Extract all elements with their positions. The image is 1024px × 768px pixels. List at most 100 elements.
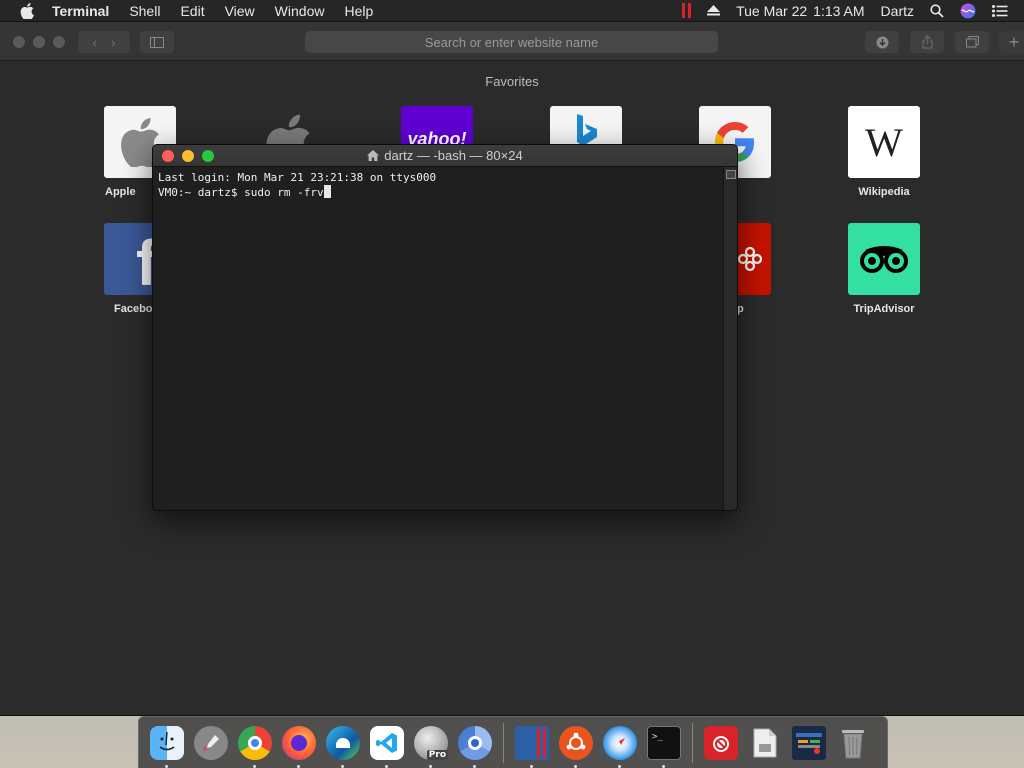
running-indicator <box>618 764 621 768</box>
toolbox-icon <box>704 725 738 760</box>
dock-chrome[interactable] <box>233 721 277 768</box>
ubuntu-icon <box>559 725 593 760</box>
clock-date[interactable]: Tue Mar 22 <box>736 3 807 19</box>
dock-separator <box>692 722 693 763</box>
terminal-app-icon: >_ <box>647 725 681 760</box>
dock-finder[interactable] <box>145 721 189 768</box>
terminal-window[interactable]: dartz — -bash — 80×24 Last login: Mon Ma… <box>152 144 738 511</box>
search-icon[interactable] <box>930 3 944 18</box>
chevron-right-icon[interactable]: › <box>111 35 115 50</box>
dock-separator <box>503 722 504 763</box>
running-indicator <box>385 764 388 768</box>
vscode-icon <box>370 725 404 760</box>
plus-icon: + <box>1008 31 1020 52</box>
running-indicator <box>341 764 344 768</box>
terminal-content[interactable]: Last login: Mon Mar 21 23:21:38 on ttys0… <box>153 167 723 510</box>
dock-app-window[interactable] <box>787 721 831 765</box>
apple-menu-icon[interactable] <box>12 2 42 19</box>
siri-icon[interactable] <box>960 3 976 19</box>
back-forward-buttons[interactable]: ‹ › <box>78 31 130 53</box>
running-indicator <box>530 764 533 768</box>
clock-time[interactable]: 1:13 AM <box>813 3 864 19</box>
menu-edit[interactable]: Edit <box>170 0 214 22</box>
launchpad-icon <box>194 725 228 760</box>
running-indicator <box>253 764 256 768</box>
wikipedia-icon: W <box>848 106 920 178</box>
dock-parallels[interactable] <box>510 721 554 768</box>
edge-icon <box>326 725 360 760</box>
finder-icon <box>150 725 184 760</box>
chevron-left-icon[interactable]: ‹ <box>93 35 97 50</box>
home-icon <box>367 146 380 168</box>
dock-firefox[interactable] <box>277 721 321 768</box>
menu-window[interactable]: Window <box>265 0 335 22</box>
zoom-button[interactable] <box>53 36 65 48</box>
running-indicator <box>574 764 577 768</box>
favorite-wikipedia[interactable]: W Wikipedia <box>829 106 939 198</box>
eject-icon[interactable] <box>707 5 721 16</box>
sidebar-toggle-button[interactable] <box>140 31 174 53</box>
running-indicator <box>429 764 432 768</box>
safari-compass-icon <box>603 725 637 760</box>
dock-terminal[interactable]: >_ <box>642 721 686 768</box>
download-icon <box>876 36 888 48</box>
terminal-line: Last login: Mon Mar 21 23:21:38 on ttys0… <box>158 171 437 184</box>
tripadvisor-icon <box>848 223 920 295</box>
dock: Pro >_ <box>138 716 888 768</box>
split-pane-icon[interactable] <box>725 170 736 179</box>
tabs-icon <box>965 36 979 48</box>
terminal-title: dartz — -bash — 80×24 <box>384 148 523 163</box>
favorite-label: TripAdvisor <box>853 303 915 315</box>
document-icon <box>748 726 782 760</box>
running-indicator <box>473 764 476 768</box>
close-button[interactable] <box>162 150 174 162</box>
dock-edge[interactable] <box>321 721 365 768</box>
user-menu[interactable]: Dartz <box>881 3 914 19</box>
trash-icon <box>836 726 870 760</box>
dock-document[interactable] <box>743 721 787 765</box>
downloads-button[interactable] <box>865 31 899 53</box>
menu-bar: Terminal Shell Edit View Window Help Tue… <box>0 0 1024 22</box>
dock-safari[interactable] <box>598 721 642 768</box>
terminal-prompt-line: VM0:~ dartz$ sudo rm -frv <box>158 185 718 200</box>
parallels-icon[interactable] <box>682 3 692 18</box>
share-button[interactable] <box>910 31 944 53</box>
running-indicator <box>297 764 300 768</box>
address-bar[interactable]: Search or enter website name <box>305 31 718 53</box>
sidebar-icon <box>150 36 164 48</box>
safari-window-controls <box>13 36 65 48</box>
chrome-icon <box>238 725 272 760</box>
share-icon <box>921 35 933 49</box>
favorites-title: Favorites <box>485 74 539 89</box>
parallels-vm-icon <box>515 725 549 760</box>
notification-list-icon[interactable] <box>992 4 1008 17</box>
terminal-scrollbar[interactable] <box>723 167 737 510</box>
dock-chromium[interactable] <box>453 721 497 768</box>
terminal-window-controls <box>162 150 214 162</box>
menu-help[interactable]: Help <box>334 0 383 22</box>
dock-parallels-toolbox[interactable] <box>699 721 743 765</box>
terminal-command: VM0:~ dartz$ sudo rm -frv <box>158 186 324 199</box>
terminal-titlebar[interactable]: dartz — -bash — 80×24 <box>153 145 737 167</box>
firefox-icon <box>282 725 316 760</box>
text-cursor <box>323 185 331 198</box>
address-placeholder: Search or enter website name <box>424 34 599 50</box>
minimize-button[interactable] <box>182 150 194 162</box>
zoom-button[interactable] <box>202 150 214 162</box>
new-tab-button[interactable]: + <box>999 31 1024 53</box>
app-window-icon <box>792 725 826 760</box>
wikipedia-w: W <box>865 119 903 165</box>
tabs-overview-button[interactable] <box>955 31 989 53</box>
close-button[interactable] <box>13 36 25 48</box>
favorite-tripadvisor[interactable]: TripAdvisor <box>829 223 939 315</box>
dock-launchpad[interactable] <box>189 721 233 765</box>
dock-ubuntu[interactable] <box>554 721 598 768</box>
dock-trash[interactable] <box>831 721 875 765</box>
menu-view[interactable]: View <box>215 0 265 22</box>
menu-shell[interactable]: Shell <box>119 0 170 22</box>
minimize-button[interactable] <box>33 36 45 48</box>
pro-app-icon: Pro <box>414 725 448 760</box>
dock-pro[interactable]: Pro <box>409 721 453 768</box>
app-menu-terminal[interactable]: Terminal <box>42 0 119 22</box>
dock-vscode[interactable] <box>365 721 409 768</box>
